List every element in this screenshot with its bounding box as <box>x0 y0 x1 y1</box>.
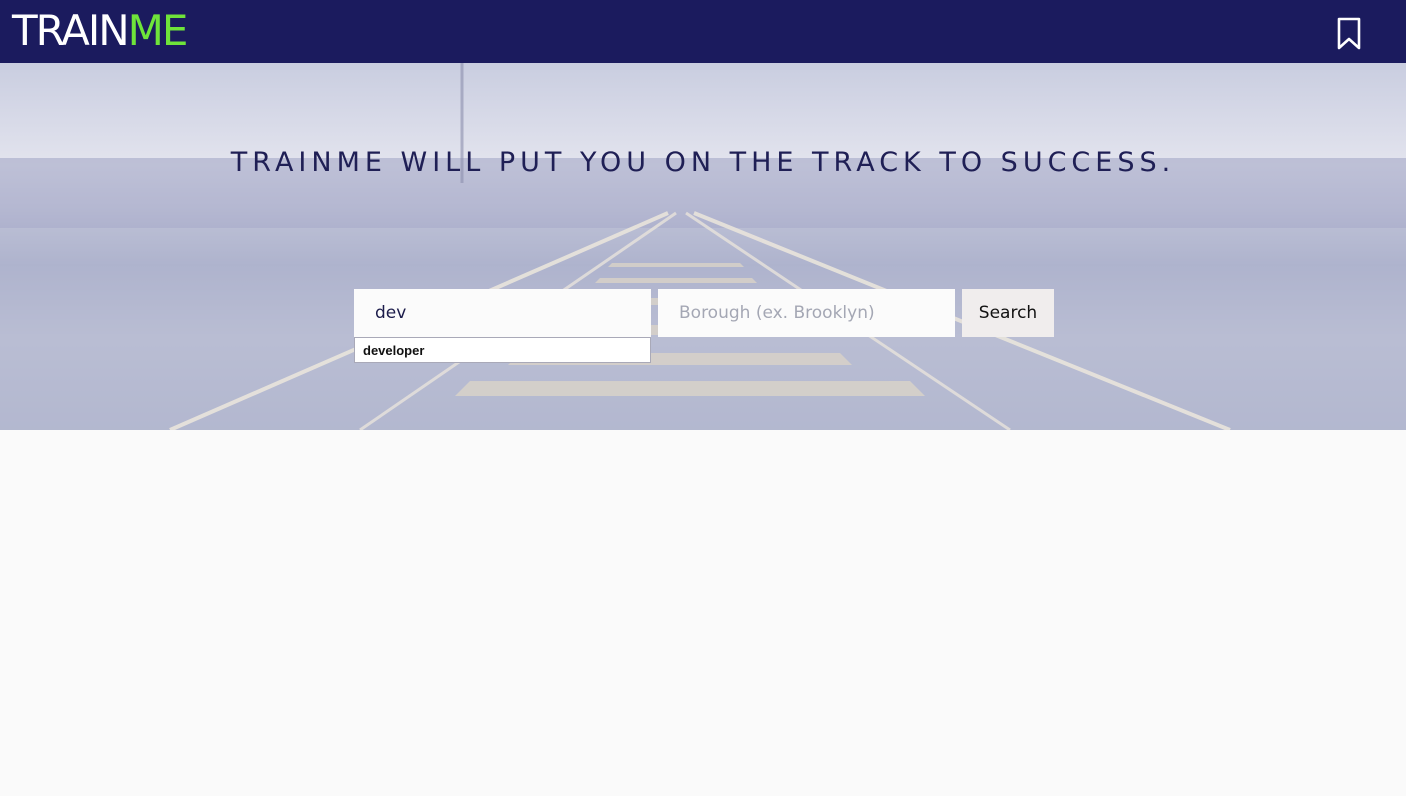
autocomplete-option[interactable]: developer <box>363 343 424 358</box>
top-navbar: TRAINME <box>0 0 1406 63</box>
job-search-input[interactable] <box>354 289 651 337</box>
borough-input[interactable] <box>658 289 955 337</box>
search-button[interactable]: Search <box>962 289 1054 337</box>
logo[interactable]: TRAINME <box>12 6 189 56</box>
logo-train: TRAIN <box>12 6 130 55</box>
main-content-area <box>0 430 1406 796</box>
autocomplete-dropdown: developer <box>354 337 651 363</box>
hero-banner: TRAINME WILL PUT YOU ON THE TRACK TO SUC… <box>0 63 1406 430</box>
bookmark-icon[interactable] <box>1336 17 1362 51</box>
railroad-background-image <box>0 63 1406 430</box>
logo-me: ME <box>127 6 189 55</box>
hero-tagline: TRAINME WILL PUT YOU ON THE TRACK TO SUC… <box>230 147 1176 178</box>
